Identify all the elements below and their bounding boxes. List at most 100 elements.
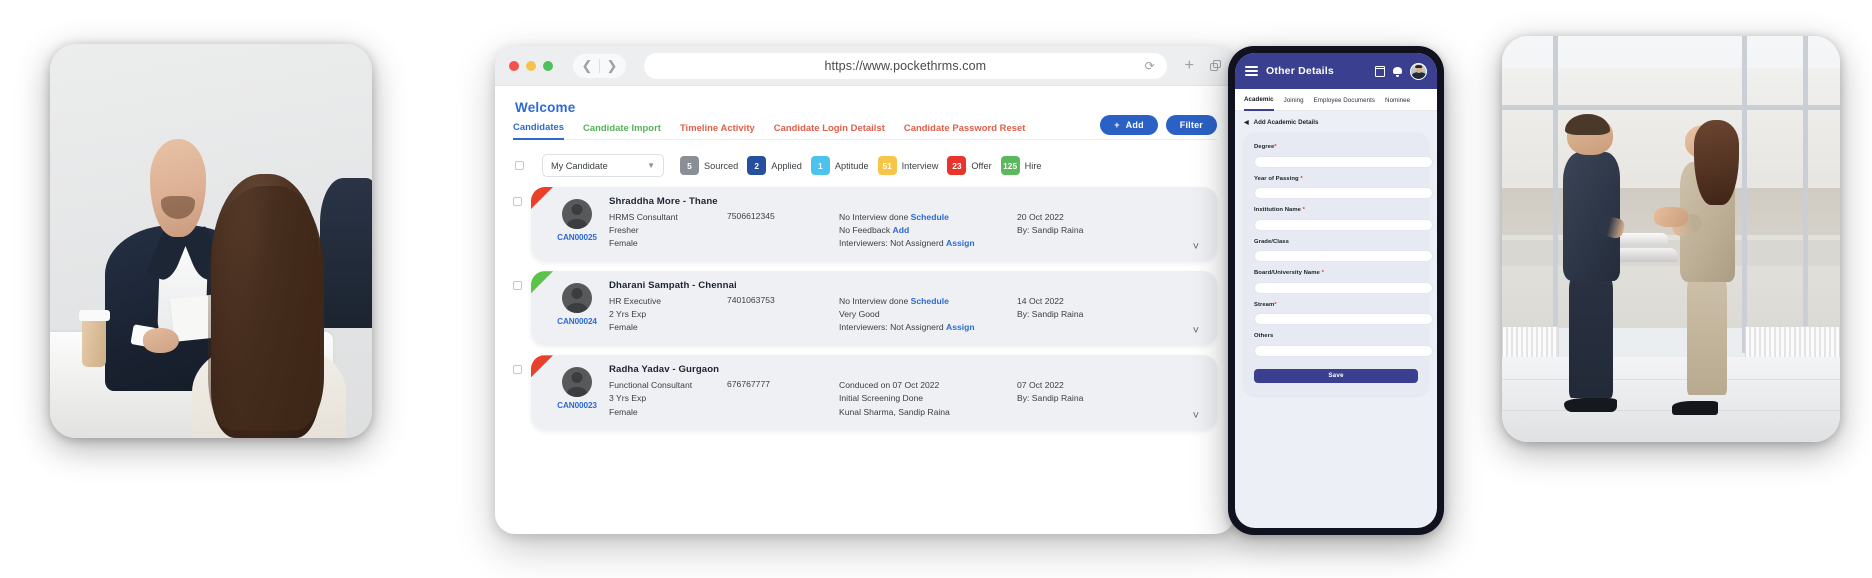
- schedule-link[interactable]: Schedule: [911, 212, 949, 222]
- candidate-id[interactable]: CAN00023: [557, 401, 597, 410]
- photo-coffee-lid: [78, 309, 110, 322]
- phone-tab-nominee[interactable]: Nominee: [1385, 97, 1410, 110]
- interview-photo: [50, 44, 372, 438]
- avatar[interactable]: [1410, 62, 1427, 80]
- candidate-identity: CAN00025: [545, 196, 609, 242]
- chevron-down-icon[interactable]: ˅: [1193, 325, 1199, 337]
- add-feedback-link[interactable]: Add: [893, 225, 910, 235]
- required-marker: *: [1274, 301, 1277, 308]
- assign-link[interactable]: Assign: [946, 322, 975, 332]
- candidate-name: Shraddha More - Thane: [609, 196, 718, 207]
- tab-candidate-password-reset[interactable]: Candidate Password Reset: [904, 122, 1026, 139]
- maximize-window-dot[interactable]: [543, 60, 553, 71]
- tab-candidate-import[interactable]: Candidate Import: [583, 122, 661, 139]
- candidate-gender: Female: [609, 406, 638, 417]
- chevron-down-icon[interactable]: ˅: [1193, 241, 1199, 253]
- minimize-window-dot[interactable]: [526, 60, 536, 71]
- bell-icon[interactable]: [1393, 66, 1402, 77]
- candidate-gender: Female: [609, 322, 638, 333]
- candidate-interview-status: No Interview done Schedule Very Good Int…: [839, 295, 1017, 334]
- institution-name-field[interactable]: [1254, 218, 1433, 231]
- pill-label: Sourced: [704, 160, 739, 171]
- year-of-passing-field[interactable]: [1254, 187, 1433, 199]
- chevron-down-icon[interactable]: ˅: [1193, 410, 1199, 422]
- phone-tab-employee-documents[interactable]: Employee Documents: [1314, 97, 1375, 110]
- status-pill-sourced[interactable]: 5 Sourced: [680, 156, 742, 175]
- handshake-photo: [1502, 36, 1840, 442]
- required-marker: *: [1274, 144, 1277, 150]
- filter-row: My Candidate ▼ 5 Sourced 2 Applied 1 Apt…: [513, 140, 1217, 181]
- chevron-down-icon: ▼: [647, 161, 655, 170]
- others-field[interactable]: [1254, 344, 1433, 357]
- hamburger-icon[interactable]: [1245, 65, 1258, 77]
- phone-tab-joining[interactable]: Joining: [1284, 97, 1304, 110]
- status-pill-aptitude[interactable]: 1 Aptitude: [810, 156, 873, 175]
- address-bar[interactable]: https://www.pockethrms.com ⟳: [644, 52, 1167, 79]
- interviewers-text: Kunal Sharma, Sandip Raina: [839, 406, 950, 417]
- back-icon[interactable]: ❮: [575, 54, 599, 78]
- created-by: By: Sandip Raina: [1017, 309, 1084, 320]
- tab-timeline-activity[interactable]: Timeline Activity: [680, 122, 755, 139]
- avatar: [562, 283, 592, 314]
- candidate-created: 20 Oct 2022 By: Sandip Raina: [1017, 211, 1113, 250]
- browser-chrome-bar: ❮ ❯ https://www.pockethrms.com ⟳ +: [495, 46, 1235, 86]
- schedule-link[interactable]: Schedule: [911, 296, 949, 306]
- pill-count: 125: [1000, 156, 1020, 175]
- academic-form-card: Degree* Year of Passing * Institution Na…: [1244, 133, 1433, 395]
- filter-button[interactable]: Filter: [1165, 115, 1217, 135]
- candidate-role: HRMS Consultant: [609, 212, 678, 222]
- created-date: 14 Oct 2022: [1017, 296, 1064, 307]
- status-pill-offer[interactable]: 23 Offer: [947, 156, 995, 175]
- calendar-icon[interactable]: [1374, 65, 1386, 77]
- save-button[interactable]: Save: [1254, 368, 1418, 383]
- row-checkbox[interactable]: [513, 281, 522, 291]
- pill-label: Hire: [1024, 160, 1042, 171]
- photo-man-hand: [143, 327, 179, 354]
- forward-icon[interactable]: ❯: [600, 54, 624, 78]
- new-tab-icon[interactable]: +: [1185, 57, 1194, 74]
- add-button[interactable]: + Add: [1100, 115, 1158, 135]
- candidate-created: 14 Oct 2022 By: Sandip Raina: [1017, 295, 1113, 334]
- pill-count: 5: [680, 156, 699, 175]
- candidate-id[interactable]: CAN00024: [557, 317, 597, 326]
- status-pill-hire[interactable]: 125 Hire: [1000, 156, 1046, 175]
- phone-header-icons: [1374, 62, 1427, 80]
- required-marker: *: [1300, 175, 1303, 182]
- select-all-checkbox[interactable]: [515, 161, 524, 170]
- candidate-gender: Female: [609, 238, 638, 249]
- degree-field[interactable]: [1254, 155, 1433, 168]
- candidate-card[interactable]: CAN00024 Dharani Sampath - Chennai HR Ex…: [531, 271, 1217, 346]
- board-university-name-field[interactable]: [1254, 281, 1433, 294]
- add-academic-details-row[interactable]: ◀ Add Academic Details: [1244, 119, 1428, 126]
- copy-icon[interactable]: [1210, 60, 1221, 71]
- candidate-id[interactable]: CAN00025: [557, 233, 597, 242]
- status-pill-applied[interactable]: 2 Applied: [747, 156, 806, 175]
- reload-icon[interactable]: ⟳: [1145, 59, 1155, 73]
- feedback-status-text: Very Good: [839, 309, 880, 320]
- row-checkbox[interactable]: [513, 365, 522, 375]
- candidate-scope-select[interactable]: My Candidate ▼: [542, 154, 664, 177]
- feedback-status-text: No Feedback: [839, 225, 891, 236]
- grade-class-field[interactable]: [1254, 250, 1433, 262]
- pill-count: 2: [747, 156, 767, 175]
- candidate-card[interactable]: CAN00025 Shraddha More - Thane HRMS Cons…: [531, 187, 1217, 262]
- close-window-dot[interactable]: [509, 60, 519, 71]
- assign-link[interactable]: Assign: [946, 238, 975, 248]
- stream-field[interactable]: [1254, 313, 1433, 325]
- candidate-phone: 676767777: [727, 379, 771, 390]
- candidate-card[interactable]: CAN00023 Radha Yadav - Gurgaon Functiona…: [531, 355, 1217, 430]
- candidate-experience: 3 Yrs Exp: [609, 393, 647, 404]
- field-label-board-university-name: Board/University Name *: [1254, 270, 1324, 276]
- row-checkbox[interactable]: [513, 197, 522, 206]
- field-label-grade-class: Grade/Class: [1254, 238, 1289, 245]
- status-pills: 5 Sourced 2 Applied 1 Aptitude 51 Interv…: [680, 156, 1046, 175]
- status-pill-interview[interactable]: 51 Interview: [877, 156, 943, 175]
- candidate-profile: Functional Consultant 3 Yrs Exp Female: [609, 379, 727, 418]
- phone-tab-academic[interactable]: Academic: [1244, 96, 1274, 111]
- avatar: [562, 367, 592, 398]
- window-controls[interactable]: [509, 60, 553, 71]
- tab-candidates[interactable]: Candidates: [513, 121, 565, 140]
- created-by: By: Sandip Raina: [1017, 393, 1084, 404]
- phone-title: Other Details: [1266, 65, 1334, 77]
- tab-candidate-login-details[interactable]: Candidate Login Detailst: [774, 122, 885, 139]
